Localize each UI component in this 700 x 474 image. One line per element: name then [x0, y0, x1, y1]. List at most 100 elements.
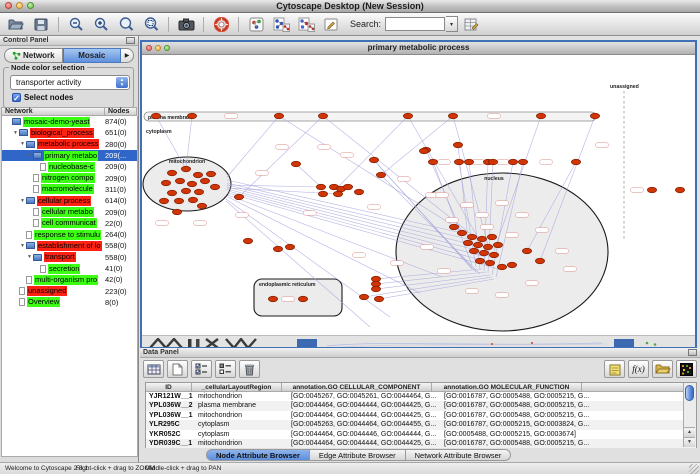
tree-item[interactable]: cell communicat22(0): [2, 218, 137, 229]
graph-node-pill[interactable]: [506, 233, 519, 238]
graph-node-pill[interactable]: [391, 261, 404, 266]
tree-item[interactable]: nucleobase-c209(0): [2, 161, 137, 172]
graph-node[interactable]: [487, 234, 496, 240]
graph-node[interactable]: [333, 191, 342, 197]
graph-node[interactable]: [234, 194, 243, 200]
import-attributes-button[interactable]: [652, 360, 673, 378]
vizmapper-button[interactable]: [244, 14, 268, 34]
table-row[interactable]: YPL036W__1mitochondrion[GO:0044464, GO:0…: [146, 411, 696, 420]
graph-node[interactable]: [473, 242, 482, 248]
graph-node[interactable]: [188, 197, 197, 203]
graph-node-pill[interactable]: [438, 269, 451, 274]
graph-node[interactable]: [469, 248, 478, 254]
graph-node[interactable]: [181, 188, 190, 194]
graph-node[interactable]: [475, 258, 484, 264]
notepad-button[interactable]: [604, 360, 625, 378]
new-network-selected-all-edges-button[interactable]: [269, 14, 293, 34]
save-session-button[interactable]: [29, 14, 53, 34]
graph-node-pill[interactable]: [236, 213, 249, 218]
delete-attribute-button[interactable]: [239, 360, 260, 378]
attribute-editor-button[interactable]: [459, 14, 483, 34]
graph-node-pill[interactable]: [446, 218, 459, 223]
table-scrollbar[interactable]: ▲ ▼: [683, 383, 696, 447]
table-row[interactable]: YPL036W__2plasma membrane[GO:0044464, GO…: [146, 401, 696, 410]
graph-node[interactable]: [488, 159, 497, 165]
compartment-plasma-membrane[interactable]: [144, 112, 596, 121]
graph-node-pill[interactable]: [282, 297, 295, 302]
zoom-selected-button[interactable]: [139, 14, 163, 34]
graph-node[interactable]: [522, 248, 531, 254]
tree-item[interactable]: ▼biological_process651(0): [2, 127, 137, 138]
graph-node[interactable]: [508, 159, 517, 165]
graph-node[interactable]: [449, 224, 458, 230]
graph-node[interactable]: [376, 172, 385, 178]
graph-node-pill[interactable]: [341, 153, 354, 158]
graph-node-pill[interactable]: [276, 145, 289, 150]
graph-node[interactable]: [175, 178, 184, 184]
attribute-table-button[interactable]: [143, 360, 164, 378]
tree-item[interactable]: response to stimulu264(0): [2, 229, 137, 240]
graph-node-pill[interactable]: [496, 293, 509, 298]
graph-node[interactable]: [318, 113, 327, 119]
graph-node[interactable]: [187, 113, 196, 119]
tab-network[interactable]: Network: [4, 48, 63, 63]
graph-node[interactable]: [477, 236, 486, 242]
network-graph[interactable]: plasma membranecytoplasmmitochondrionnuc…: [142, 55, 695, 335]
tab-edge-attribute-browser[interactable]: Edge Attribute Browser: [310, 449, 406, 461]
graph-node[interactable]: [428, 159, 437, 165]
graph-node[interactable]: [497, 264, 506, 270]
graph-node[interactable]: [210, 184, 219, 190]
tab-node-attribute-browser[interactable]: Node Attribute Browser: [206, 449, 310, 461]
expand-triangle-icon[interactable]: ▼: [26, 153, 33, 159]
graph-node[interactable]: [193, 172, 202, 178]
tree-item[interactable]: Overview8(0): [2, 297, 137, 308]
graph-node-pill[interactable]: [564, 267, 577, 272]
graph-node-pill[interactable]: [438, 160, 451, 165]
tree-item[interactable]: unassigned223(0): [2, 285, 137, 296]
graph-node-pill[interactable]: [536, 228, 549, 233]
select-node-attributes-button[interactable]: [191, 360, 212, 378]
tab-mosaic[interactable]: Mosaic: [63, 48, 122, 63]
matrix-button[interactable]: [676, 360, 697, 378]
search-input[interactable]: [385, 17, 445, 31]
graph-node[interactable]: [161, 180, 170, 186]
graph-node-pill[interactable]: [398, 177, 411, 182]
graph-node[interactable]: [343, 184, 352, 190]
expand-triangle-icon[interactable]: ▼: [26, 254, 33, 260]
graph-node[interactable]: [172, 209, 181, 215]
graph-node[interactable]: [448, 113, 457, 119]
graph-node-pill[interactable]: [466, 289, 479, 294]
graph-node[interactable]: [590, 113, 599, 119]
column-header[interactable]: ID: [146, 383, 192, 392]
graph-node-pill[interactable]: [526, 281, 539, 286]
graph-node[interactable]: [167, 170, 176, 176]
graph-node[interactable]: [571, 159, 580, 165]
tree-item[interactable]: multi-organism pro42(0): [2, 274, 137, 285]
graph-node[interactable]: [359, 294, 368, 300]
column-header[interactable]: _cellularLayoutRegion: [192, 383, 282, 392]
zoom-fit-button[interactable]: [114, 14, 138, 34]
graph-node[interactable]: [291, 161, 300, 167]
tree-item[interactable]: mosaic-demo-yeast874(0): [2, 116, 137, 127]
graph-node-pill[interactable]: [556, 249, 569, 254]
graph-node[interactable]: [181, 166, 190, 172]
graph-node[interactable]: [167, 190, 176, 196]
graph-node[interactable]: [318, 191, 327, 197]
tree-item[interactable]: nitrogen compo209(0): [2, 172, 137, 183]
graph-node[interactable]: [200, 178, 209, 184]
table-row[interactable]: YKR052Ccytoplasm[GO:0044464, GO:0044446,…: [146, 430, 696, 439]
resize-grip[interactable]: [689, 464, 699, 474]
graph-node[interactable]: [464, 159, 473, 165]
graph-node[interactable]: [316, 184, 325, 190]
graph-node[interactable]: [151, 113, 160, 119]
graph-node[interactable]: [485, 260, 494, 266]
graph-node-pill[interactable]: [318, 145, 331, 150]
graph-node-pill[interactable]: [461, 203, 474, 208]
graph-node[interactable]: [159, 198, 168, 204]
graph-node[interactable]: [535, 258, 544, 264]
graph-node[interactable]: [493, 242, 502, 248]
graph-node-pill[interactable]: [353, 253, 366, 258]
new-attribute-button[interactable]: [167, 360, 188, 378]
graph-node[interactable]: [479, 250, 488, 256]
tree-item[interactable]: ▼cellular process614(0): [2, 195, 137, 206]
